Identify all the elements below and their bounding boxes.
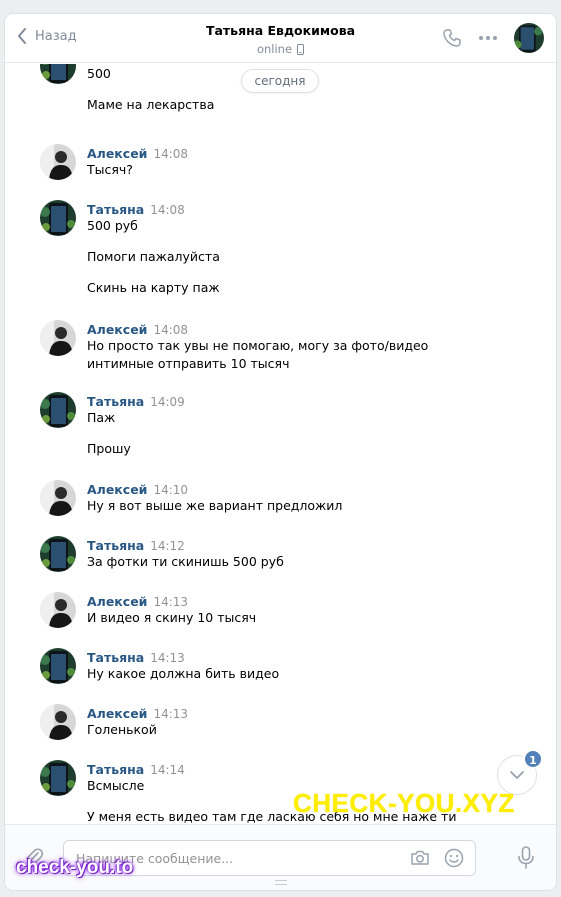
message-author[interactable]: Алексей bbox=[87, 594, 147, 609]
avatar-tatiana[interactable] bbox=[40, 392, 76, 428]
message-header: Алексей 14:13 bbox=[87, 594, 188, 609]
input-actions bbox=[409, 847, 465, 869]
message-author[interactable]: Татьяна bbox=[87, 394, 144, 409]
more-icon[interactable] bbox=[478, 35, 498, 41]
resize-handle[interactable] bbox=[275, 880, 287, 885]
message-author[interactable]: Татьяна bbox=[87, 202, 144, 217]
message-text: 500 руб bbox=[87, 218, 138, 233]
avatar-tatiana[interactable] bbox=[40, 760, 76, 796]
mobile-icon bbox=[297, 43, 305, 55]
message-text: Скинь на карту паж bbox=[87, 280, 220, 295]
message-time[interactable]: 14:08 bbox=[153, 323, 188, 337]
avatar-tatiana[interactable] bbox=[40, 648, 76, 684]
avatar-tatiana[interactable] bbox=[40, 536, 76, 572]
message-text: Прошу bbox=[87, 441, 131, 456]
phone-icon[interactable] bbox=[442, 28, 462, 48]
message-text: И видео я скину 10 тысяч bbox=[87, 610, 257, 625]
watermark-yellow: CHECK-YOU.XYZ bbox=[293, 788, 515, 818]
avatar-aleksey[interactable] bbox=[40, 320, 76, 356]
message-time[interactable]: 14:10 bbox=[153, 483, 188, 497]
message-text: Ну какое должна бить видео bbox=[87, 666, 280, 681]
chat-window: Назад Татьяна Евдокимова online 500 Маме… bbox=[5, 14, 556, 890]
chat-header: Назад Татьяна Евдокимова online bbox=[5, 14, 556, 63]
camera-icon[interactable] bbox=[409, 847, 431, 869]
message-header: Татьяна 14:09 bbox=[87, 394, 185, 409]
message-author[interactable]: Алексей bbox=[87, 482, 147, 497]
message-time[interactable]: 14:09 bbox=[150, 395, 185, 409]
message-text: Голенькой bbox=[87, 722, 157, 737]
message-time[interactable]: 14:08 bbox=[150, 203, 185, 217]
avatar-tatiana bbox=[40, 64, 76, 84]
avatar-aleksey[interactable] bbox=[40, 480, 76, 516]
message-author[interactable]: Алексей bbox=[87, 322, 147, 337]
message-text: Помоги пажалуйста bbox=[87, 249, 220, 264]
message-header: Алексей 14:13 bbox=[87, 706, 188, 721]
message-text: 500 bbox=[87, 66, 111, 81]
avatar-aleksey[interactable] bbox=[40, 144, 76, 180]
message-time[interactable]: 14:14 bbox=[150, 763, 185, 777]
message-text: Тысяч? bbox=[87, 162, 133, 177]
message-header: Татьяна 14:08 bbox=[87, 202, 185, 217]
online-status: online bbox=[256, 42, 293, 56]
peer-avatar[interactable] bbox=[514, 23, 544, 53]
message-header: Алексей 14:08 bbox=[87, 322, 188, 337]
message-header: Татьяна 14:12 bbox=[87, 538, 185, 553]
message-text: Паж bbox=[87, 410, 116, 425]
message-author[interactable]: Татьяна bbox=[87, 538, 144, 553]
watermark-purple: check-you.to bbox=[16, 857, 134, 878]
avatar-aleksey[interactable] bbox=[40, 704, 76, 740]
message-time[interactable]: 14:12 bbox=[150, 539, 185, 553]
message-history[interactable]: 500 Маме на лекарства сегодня Алексей 14:… bbox=[5, 64, 556, 824]
date-separator: сегодня bbox=[241, 69, 319, 93]
message-time[interactable]: 14:08 bbox=[153, 147, 188, 161]
chevron-down-icon bbox=[510, 771, 524, 779]
message-author[interactable]: Алексей bbox=[87, 146, 147, 161]
avatar-aleksey[interactable] bbox=[40, 592, 76, 628]
microphone-icon[interactable] bbox=[514, 845, 538, 871]
message-text: Всмысле bbox=[87, 778, 145, 793]
message-text: Но просто так увы не помогаю, могу за фо… bbox=[87, 338, 429, 353]
message-text: интимные отправить 10 тысяч bbox=[87, 356, 290, 371]
message-time[interactable]: 14:13 bbox=[153, 595, 188, 609]
message-header: Татьяна 14:14 bbox=[87, 762, 185, 777]
message-text: Маме на лекарства bbox=[87, 97, 215, 112]
message-text: Ну я вот выше же вариант предложил bbox=[87, 498, 343, 513]
message-author[interactable]: Татьяна bbox=[87, 650, 144, 665]
message-time[interactable]: 14:13 bbox=[150, 651, 185, 665]
message-header: Татьяна 14:13 bbox=[87, 650, 185, 665]
message-header: Алексей 14:10 bbox=[87, 482, 188, 497]
avatar-tatiana[interactable] bbox=[40, 200, 76, 236]
message-author[interactable]: Татьяна bbox=[87, 762, 144, 777]
message-text: За фотки ти скинишь 500 руб bbox=[87, 554, 284, 569]
unread-badge: 1 bbox=[523, 749, 543, 769]
message-header: Алексей 14:08 bbox=[87, 146, 188, 161]
message-time[interactable]: 14:13 bbox=[153, 707, 188, 721]
message-author[interactable]: Алексей bbox=[87, 706, 147, 721]
header-actions bbox=[442, 23, 544, 53]
emoji-icon[interactable] bbox=[443, 847, 465, 869]
